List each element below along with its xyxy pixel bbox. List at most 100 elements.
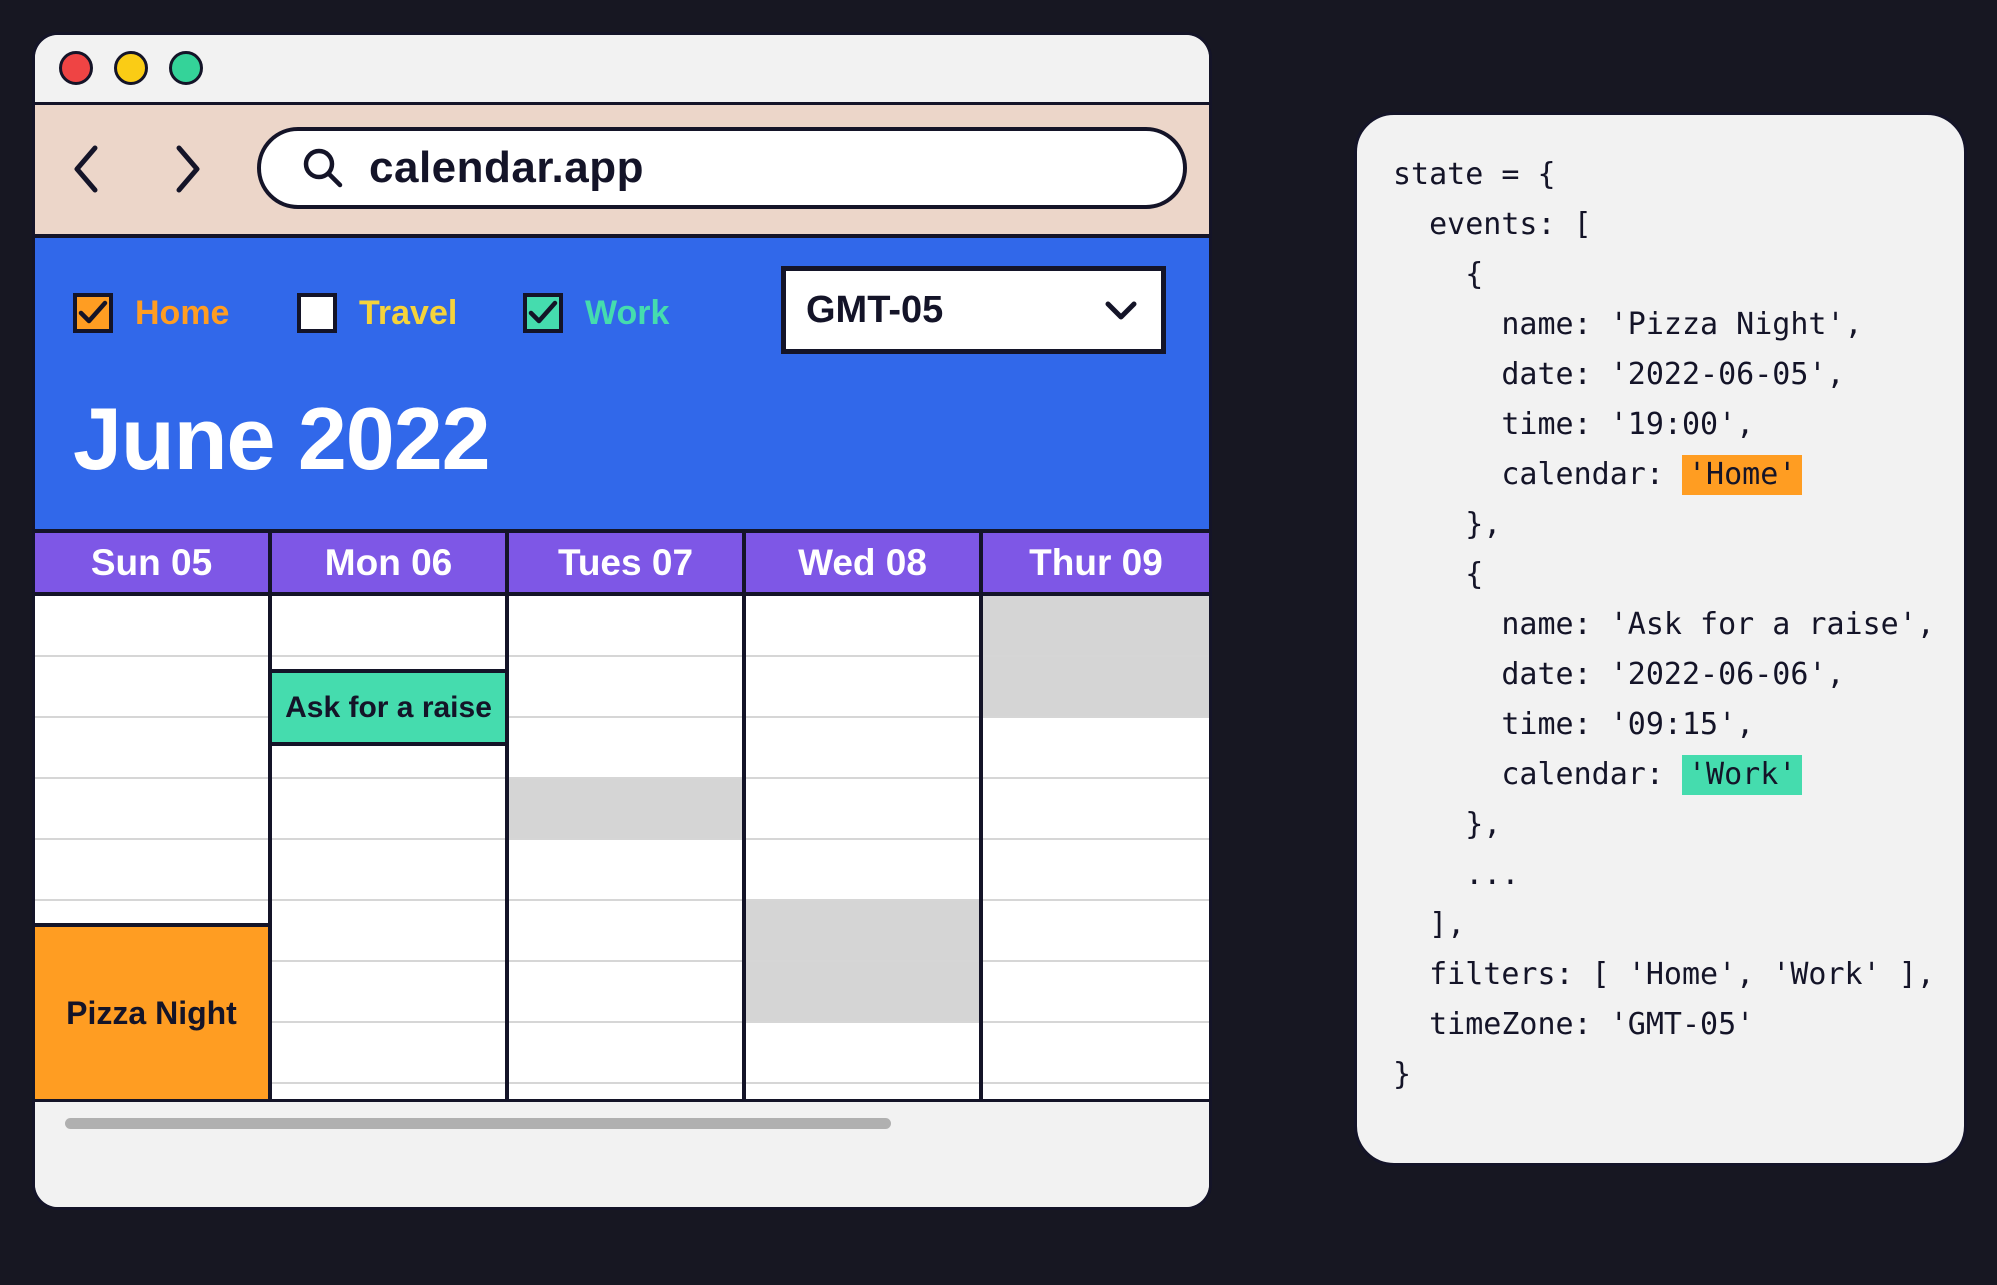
filter-label-travel: Travel bbox=[359, 293, 458, 332]
day-column-wed: Wed 08 bbox=[746, 533, 979, 1099]
column-divider bbox=[979, 533, 983, 1099]
time-slot[interactable] bbox=[983, 779, 1209, 840]
day-column-tue: Tues 07 bbox=[509, 533, 742, 1099]
filter-home[interactable]: Home bbox=[73, 288, 229, 338]
busy-time-slot[interactable] bbox=[983, 596, 1209, 657]
column-divider bbox=[505, 533, 509, 1099]
time-slot[interactable] bbox=[983, 840, 1209, 901]
filter-work[interactable]: Work bbox=[523, 288, 669, 338]
calendar-header: Home Travel Work GMT-05 June 2022 bbox=[35, 238, 1209, 533]
day-header[interactable]: Sun 05 bbox=[35, 533, 268, 596]
time-slot[interactable] bbox=[746, 779, 979, 840]
time-slot[interactable] bbox=[746, 657, 979, 718]
time-slot[interactable] bbox=[272, 1023, 505, 1084]
time-slot[interactable] bbox=[509, 840, 742, 901]
code-key: calendar: bbox=[1393, 457, 1682, 492]
code-line: }, bbox=[1393, 807, 1502, 842]
code-line: events: [ bbox=[1393, 207, 1592, 242]
busy-time-slot[interactable] bbox=[746, 901, 979, 962]
day-column-sun: Sun 05 Pizza Night bbox=[35, 533, 268, 1099]
time-slot[interactable] bbox=[35, 596, 268, 657]
busy-time-slot[interactable] bbox=[983, 657, 1209, 718]
time-slot[interactable] bbox=[272, 779, 505, 840]
browser-window: calendar.app Home Travel Work GMT-05 Jun… bbox=[32, 32, 1212, 1210]
busy-time-slot[interactable] bbox=[509, 779, 742, 840]
time-slot[interactable] bbox=[509, 657, 742, 718]
forward-button[interactable] bbox=[163, 139, 213, 199]
checkmark-icon bbox=[528, 300, 558, 324]
timezone-value: GMT-05 bbox=[806, 288, 944, 331]
busy-time-slot[interactable] bbox=[746, 962, 979, 1023]
maximize-window-button[interactable] bbox=[169, 51, 203, 85]
filter-travel[interactable]: Travel bbox=[297, 288, 457, 338]
scrollbar-thumb[interactable] bbox=[65, 1118, 891, 1129]
time-slot[interactable] bbox=[746, 840, 979, 901]
day-column-thu: Thur 09 bbox=[983, 533, 1209, 1099]
event-pizza-night[interactable]: Pizza Night bbox=[35, 923, 268, 1099]
time-slot[interactable] bbox=[983, 901, 1209, 962]
code-line: calendar: 'Home' bbox=[1393, 455, 1803, 495]
time-slot[interactable] bbox=[746, 1023, 979, 1084]
code-line: time: '19:00', bbox=[1393, 407, 1755, 442]
code-line: ], bbox=[1393, 907, 1466, 942]
time-slot[interactable] bbox=[746, 718, 979, 779]
code-line: ... bbox=[1393, 857, 1520, 892]
checkmark-icon bbox=[78, 300, 108, 324]
time-slot[interactable] bbox=[509, 962, 742, 1023]
filter-label-home: Home bbox=[135, 293, 230, 332]
code-line: date: '2022-06-05', bbox=[1393, 357, 1845, 392]
code-line: name: 'Pizza Night', bbox=[1393, 307, 1863, 342]
column-divider bbox=[742, 533, 746, 1099]
minimize-window-button[interactable] bbox=[114, 51, 148, 85]
event-ask-for-a-raise[interactable]: Ask for a raise bbox=[268, 669, 509, 746]
title-bar bbox=[35, 35, 1209, 105]
time-slot[interactable] bbox=[509, 1023, 742, 1084]
chevron-left-icon bbox=[74, 145, 98, 193]
timezone-select[interactable]: GMT-05 bbox=[781, 266, 1166, 354]
day-header[interactable]: Thur 09 bbox=[983, 533, 1209, 596]
day-header[interactable]: Tues 07 bbox=[509, 533, 742, 596]
code-line: } bbox=[1393, 1057, 1412, 1092]
column-divider bbox=[268, 533, 272, 1099]
close-window-button[interactable] bbox=[59, 51, 93, 85]
url-input[interactable]: calendar.app bbox=[257, 127, 1187, 209]
code-highlight-home: 'Home' bbox=[1681, 455, 1803, 495]
search-icon bbox=[301, 146, 345, 190]
code-line: filters: [ 'Home', 'Work' ], bbox=[1393, 957, 1935, 992]
time-slot[interactable] bbox=[983, 962, 1209, 1023]
calendar-grid: Sun 05 Pizza Night Mon 06 Ask for a rais… bbox=[35, 533, 1209, 1099]
code-line: name: 'Ask for a raise', bbox=[1393, 607, 1935, 642]
work-checkbox[interactable] bbox=[523, 293, 563, 333]
time-slot[interactable] bbox=[983, 1023, 1209, 1084]
code-key: calendar: bbox=[1393, 757, 1682, 792]
code-line: { bbox=[1393, 557, 1484, 592]
time-slot[interactable] bbox=[272, 840, 505, 901]
filter-label-work: Work bbox=[585, 293, 670, 332]
time-slot[interactable] bbox=[35, 718, 268, 779]
time-slot[interactable] bbox=[983, 718, 1209, 779]
day-header[interactable]: Mon 06 bbox=[272, 533, 505, 596]
time-slot[interactable] bbox=[272, 962, 505, 1023]
time-slot[interactable] bbox=[746, 596, 979, 657]
back-button[interactable] bbox=[61, 139, 111, 199]
code-highlight-work: 'Work' bbox=[1681, 755, 1803, 795]
code-line: { bbox=[1393, 257, 1484, 292]
time-slot[interactable] bbox=[35, 657, 268, 718]
time-slot[interactable] bbox=[509, 596, 742, 657]
time-slot[interactable] bbox=[272, 596, 505, 657]
time-slot[interactable] bbox=[35, 779, 268, 840]
code-line: calendar: 'Work' bbox=[1393, 755, 1803, 795]
time-slot[interactable] bbox=[35, 840, 268, 901]
month-title: June 2022 bbox=[73, 389, 491, 488]
address-bar: calendar.app bbox=[35, 105, 1209, 238]
day-column-mon: Mon 06 Ask for a raise bbox=[268, 533, 509, 1099]
travel-checkbox[interactable] bbox=[297, 293, 337, 333]
time-slot[interactable] bbox=[509, 901, 742, 962]
state-code-panel: state = { events: [ { name: 'Pizza Night… bbox=[1354, 112, 1967, 1166]
day-header[interactable]: Wed 08 bbox=[746, 533, 979, 596]
home-checkbox[interactable] bbox=[73, 293, 113, 333]
time-slot[interactable] bbox=[272, 901, 505, 962]
horizontal-scrollbar[interactable] bbox=[35, 1099, 1209, 1207]
code-line: state = { bbox=[1393, 157, 1556, 192]
time-slot[interactable] bbox=[509, 718, 742, 779]
